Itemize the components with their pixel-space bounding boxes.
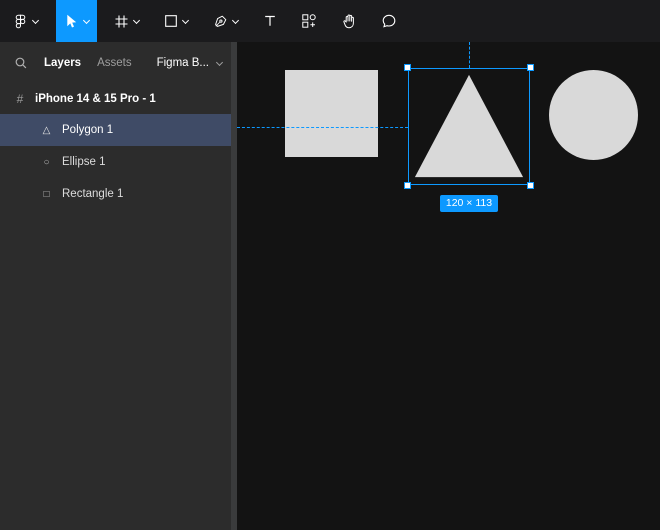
layer-label: Ellipse 1 [62,156,106,168]
hand-tool-button[interactable] [334,0,364,42]
search-icon[interactable] [14,56,28,70]
frame-icon: # [16,92,24,106]
layer-row-polygon[interactable]: △ Polygon 1 [0,114,237,146]
chevron-down-icon [231,17,239,25]
figma-app-window: Layers Assets Figma B... # iPhone 14 & 1… [0,0,660,530]
hand-icon [341,13,357,29]
shape-tool-button[interactable] [157,0,196,42]
letter-t-icon [263,14,277,28]
main-menu-button[interactable] [6,0,46,42]
ellipse-icon: ○ [43,156,50,168]
cursor-arrow-icon [63,13,79,29]
sidebar-resize-handle[interactable] [231,42,237,530]
layers-panel-header: Layers Assets Figma B... [0,42,237,84]
rectangle-icon: □ [43,188,50,200]
chevron-down-icon [181,17,189,25]
chevron-down-icon [82,17,90,25]
frame-label: iPhone 14 & 15 Pro - 1 [35,93,156,105]
speech-bubble-icon [381,13,397,29]
toolbar [0,0,660,42]
chevron-down-icon [31,17,39,25]
selection-handle-top-right[interactable] [527,64,534,71]
layer-row-rectangle[interactable]: □ Rectangle 1 [0,178,237,210]
chevron-down-icon [215,59,223,67]
selection-handle-bottom-left[interactable] [404,182,411,189]
selection-size-badge-wrap: 120 × 113 [408,195,530,212]
figma-logo-icon [13,14,28,29]
library-dropdown[interactable]: Figma B... [157,57,223,69]
frame-hash-icon [114,14,129,29]
tab-layers[interactable]: Layers [44,57,81,69]
chevron-down-icon [132,17,140,25]
canvas[interactable]: 120 × 113 [237,42,660,530]
layer-label: Polygon 1 [62,124,114,136]
pen-tool-button[interactable] [206,0,246,42]
layer-row-ellipse[interactable]: ○ Ellipse 1 [0,146,237,178]
selection-size-badge: 120 × 113 [439,195,499,212]
text-tool-button[interactable] [256,0,284,42]
layers-panel: Layers Assets Figma B... # iPhone 14 & 1… [0,42,237,530]
layer-row-frame[interactable]: # iPhone 14 & 15 Pro - 1 [0,84,237,114]
selection-handle-top-left[interactable] [404,64,411,71]
polygon-icon: △ [42,124,51,136]
canvas-shape-ellipse[interactable] [549,70,638,160]
frame-tool-button[interactable] [107,0,147,42]
selection-handle-bottom-right[interactable] [527,182,534,189]
canvas-shape-rectangle[interactable] [285,70,378,157]
layer-label: Rectangle 1 [62,188,124,200]
library-dropdown-label: Figma B... [156,57,209,69]
shapes-plus-icon [301,13,317,29]
canvas-shape-polygon[interactable] [409,69,529,184]
alignment-guide-horizontal [237,127,408,128]
actions-tool-button[interactable] [294,0,324,42]
move-tool-button[interactable] [56,0,97,42]
alignment-guide-vertical [469,42,470,68]
comment-tool-button[interactable] [374,0,404,42]
selection-box[interactable] [404,64,534,189]
tab-assets[interactable]: Assets [97,57,132,69]
pen-nib-icon [213,14,228,29]
rectangle-outline-icon [164,14,178,28]
